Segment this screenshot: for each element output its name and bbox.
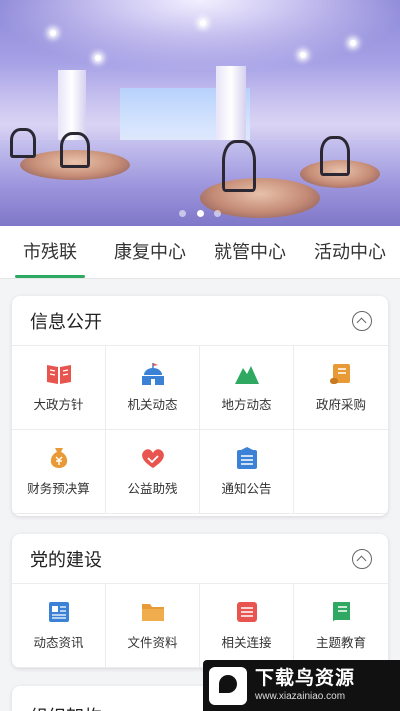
menu-item-related-links[interactable]: 相关连接	[200, 584, 294, 668]
link-list-icon	[236, 602, 257, 622]
carousel-dot-active[interactable]	[196, 210, 204, 217]
wheelchair-exhibit	[320, 136, 350, 176]
section-header[interactable]: 信息公开	[12, 296, 388, 346]
notice-icon	[236, 447, 257, 469]
section-header[interactable]: 党的建设	[12, 534, 388, 584]
menu-item-label: 机关动态	[127, 398, 178, 412]
menu-grid: 大政方针 机关动态 地方动态 政府采购 财务预决算 公益助残 通知公告	[12, 346, 388, 514]
menu-item-charity[interactable]: 公益助残	[106, 430, 200, 514]
book-icon	[46, 365, 71, 384]
menu-item-label: 主题教育	[315, 636, 366, 650]
wheelchair-exhibit	[222, 140, 256, 192]
menu-item-label: 文件资料	[127, 636, 178, 650]
menu-item-label: 大政方针	[33, 398, 84, 412]
carousel-indicators[interactable]	[0, 204, 400, 222]
folder-icon	[141, 604, 164, 621]
carousel-dot[interactable]	[179, 210, 187, 217]
section-title: 党的建设	[30, 549, 102, 570]
ceiling-light	[300, 52, 306, 58]
menu-item-label: 公益助残	[127, 482, 178, 496]
section-title: 组织架构	[30, 703, 102, 711]
menu-item-label: 财务预决算	[27, 482, 90, 496]
menu-item-empty	[294, 430, 388, 514]
watermark-badge: 下载鸟资源 www.xiazainiao.com	[203, 660, 400, 711]
tab-activity-center[interactable]: 活动中心	[300, 226, 400, 278]
collapse-toggle-icon[interactable]	[352, 310, 372, 331]
menu-item-local-news[interactable]: 地方动态	[200, 346, 294, 430]
menu-item-notices[interactable]: 通知公告	[200, 430, 294, 514]
watermark-text: 下载鸟资源	[255, 668, 356, 689]
money-bag-icon	[50, 448, 67, 468]
menu-item-label: 相关连接	[221, 636, 272, 650]
scroll-icon	[330, 364, 350, 384]
menu-item-label: 通知公告	[221, 482, 272, 496]
menu-grid: 动态资讯 文件资料 相关连接 主题教育	[12, 584, 388, 668]
menu-item-policy[interactable]: 大政方针	[12, 346, 106, 430]
carousel-dot[interactable]	[213, 210, 221, 217]
menu-item-budget[interactable]: 财务预决算	[12, 430, 106, 514]
menu-item-label: 动态资讯	[33, 636, 84, 650]
section-info-disclosure: 信息公开 大政方针 机关动态 地方动态 政府采购 财务预决算 公益助残 通知公告	[12, 296, 388, 516]
building-icon	[141, 363, 164, 385]
menu-item-label: 地方动态	[221, 398, 272, 412]
ceiling-light	[50, 30, 56, 36]
section-title: 信息公开	[30, 311, 102, 332]
menu-item-agency-news[interactable]: 机关动态	[106, 346, 200, 430]
tab-rehab-center[interactable]: 康复中心	[100, 226, 200, 278]
section-party-building: 党的建设 动态资讯 文件资料 相关连接 主题教育	[12, 534, 388, 668]
ceiling-light	[200, 20, 206, 26]
banner-ceiling	[0, 0, 400, 70]
tab-employment-center[interactable]: 就管中心	[200, 226, 300, 278]
menu-item-news-feed[interactable]: 动态资讯	[12, 584, 106, 668]
tab-shicanlian[interactable]: 市残联	[0, 226, 100, 278]
ceiling-light	[350, 40, 356, 46]
collapse-toggle-icon[interactable]	[352, 548, 372, 569]
hero-banner[interactable]	[0, 0, 400, 226]
heart-hand-icon	[141, 449, 164, 468]
bird-logo-icon	[209, 666, 247, 705]
mountain-icon	[234, 366, 259, 384]
wheelchair-exhibit	[10, 128, 36, 158]
menu-item-label: 政府采购	[315, 398, 366, 412]
menu-item-theme-education[interactable]: 主题教育	[294, 584, 388, 668]
menu-item-procurement[interactable]: 政府采购	[294, 346, 388, 430]
menu-item-documents[interactable]: 文件资料	[106, 584, 200, 668]
watermark-url: www.xiazainiao.com	[255, 691, 346, 702]
wheelchair-exhibit	[60, 132, 90, 168]
news-icon	[48, 602, 69, 622]
textbook-icon	[333, 602, 350, 622]
category-tabs: 市残联 康复中心 就管中心 活动中心	[0, 226, 400, 279]
ceiling-light	[95, 55, 101, 61]
